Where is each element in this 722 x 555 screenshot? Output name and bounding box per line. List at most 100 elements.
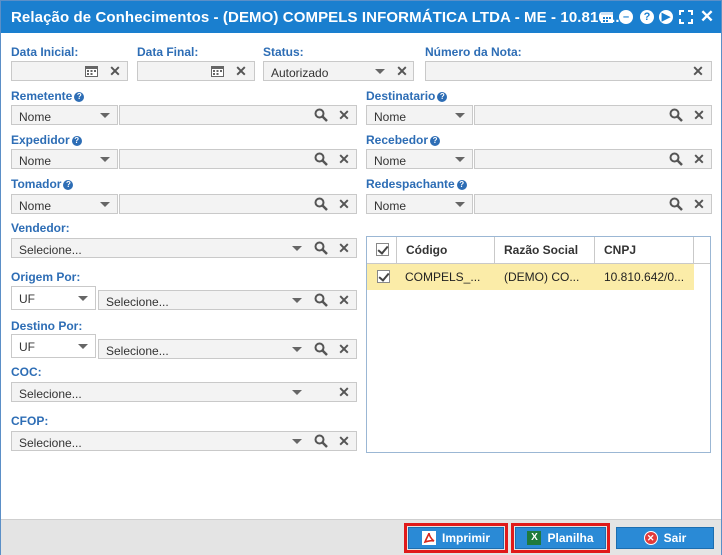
help-icon[interactable]: ? bbox=[71, 136, 82, 146]
destinatario-field[interactable]: ✕ bbox=[474, 105, 712, 125]
clear-icon[interactable]: ✕ bbox=[107, 63, 123, 79]
calendar-icon[interactable] bbox=[209, 63, 225, 79]
clear-icon[interactable]: ✕ bbox=[691, 196, 707, 212]
status-select[interactable]: Autorizado ✕ bbox=[263, 61, 414, 81]
remetente-type-select[interactable]: Nome bbox=[11, 105, 118, 125]
chevron-down-icon[interactable] bbox=[75, 338, 91, 354]
chevron-down-icon[interactable] bbox=[289, 433, 305, 449]
search-icon[interactable] bbox=[313, 151, 329, 167]
tomador-field[interactable]: ✕ bbox=[119, 194, 357, 214]
destino-type-select[interactable]: UF bbox=[11, 334, 96, 358]
minimize-icon[interactable]: – bbox=[618, 9, 634, 25]
origem-select[interactable]: Selecione... ✕ bbox=[98, 290, 357, 310]
recebedor-field[interactable]: ✕ bbox=[474, 149, 712, 169]
search-icon[interactable] bbox=[313, 292, 329, 308]
row-codigo: COMPELS_... bbox=[405, 270, 481, 284]
chevron-down-icon[interactable] bbox=[97, 107, 113, 123]
search-icon[interactable] bbox=[313, 240, 329, 256]
exit-icon: ✕ bbox=[643, 531, 658, 545]
search-icon[interactable] bbox=[313, 107, 329, 123]
imprimir-button[interactable]: Imprimir bbox=[408, 527, 504, 549]
redespachante-field[interactable]: ✕ bbox=[474, 194, 712, 214]
destino-label: Destino Por: bbox=[11, 319, 83, 333]
search-icon[interactable] bbox=[313, 196, 329, 212]
close-icon[interactable]: ✕ bbox=[699, 7, 715, 26]
destino-placeholder: Selecione... bbox=[106, 344, 169, 358]
chevron-down-icon[interactable] bbox=[452, 107, 468, 123]
col-cnpj[interactable]: CNPJ bbox=[595, 237, 694, 263]
calendar-icon[interactable] bbox=[599, 9, 615, 25]
fullscreen-icon[interactable] bbox=[678, 9, 694, 25]
destinatario-type-select[interactable]: Nome bbox=[366, 105, 473, 125]
clear-icon[interactable]: ✕ bbox=[336, 292, 352, 308]
calendar-icon[interactable] bbox=[83, 63, 99, 79]
col-razao-social[interactable]: Razão Social bbox=[495, 237, 595, 263]
row-cnpj: 10.810.642/0... bbox=[604, 270, 685, 284]
title-bar: Relação de Conhecimentos - (DEMO) COMPEL… bbox=[1, 1, 721, 33]
recebedor-type-value: Nome bbox=[374, 154, 407, 168]
tomador-type-value: Nome bbox=[19, 199, 52, 213]
coc-select[interactable]: Selecione... ✕ bbox=[11, 382, 357, 402]
pdf-icon bbox=[421, 531, 436, 545]
chevron-down-icon[interactable] bbox=[97, 151, 113, 167]
clear-icon[interactable]: ✕ bbox=[394, 63, 410, 79]
help-icon[interactable]: ? bbox=[63, 180, 74, 190]
help-icon[interactable]: ? bbox=[437, 92, 448, 102]
help-icon[interactable]: ? bbox=[639, 9, 655, 25]
chevron-down-icon[interactable] bbox=[452, 196, 468, 212]
data-final-field[interactable]: ✕ bbox=[137, 61, 255, 81]
tomador-type-select[interactable]: Nome bbox=[11, 194, 118, 214]
data-inicial-field[interactable]: ✕ bbox=[11, 61, 128, 81]
clear-icon[interactable]: ✕ bbox=[691, 151, 707, 167]
clear-icon[interactable]: ✕ bbox=[336, 107, 352, 123]
search-icon[interactable] bbox=[313, 433, 329, 449]
expedidor-field[interactable]: ✕ bbox=[119, 149, 357, 169]
chevron-down-icon[interactable] bbox=[452, 151, 468, 167]
chevron-down-icon[interactable] bbox=[289, 292, 305, 308]
recebedor-type-select[interactable]: Nome bbox=[366, 149, 473, 169]
table-row[interactable]: COMPELS_... (DEMO) CO... 10.810.642/0... bbox=[367, 264, 694, 290]
origem-label: Origem Por: bbox=[11, 270, 81, 284]
expedidor-type-select[interactable]: Nome bbox=[11, 149, 118, 169]
destinatario-type-value: Nome bbox=[374, 110, 407, 124]
remetente-field[interactable]: ✕ bbox=[119, 105, 357, 125]
clear-icon[interactable]: ✕ bbox=[336, 384, 352, 400]
redespachante-type-select[interactable]: Nome bbox=[366, 194, 473, 214]
clear-icon[interactable]: ✕ bbox=[336, 433, 352, 449]
remetente-label: Remetente? bbox=[11, 89, 85, 103]
search-icon[interactable] bbox=[313, 341, 329, 357]
col-codigo[interactable]: Código bbox=[397, 237, 495, 263]
vendedor-select[interactable]: Selecione... ✕ bbox=[11, 238, 357, 258]
clear-icon[interactable]: ✕ bbox=[336, 196, 352, 212]
help-icon[interactable]: ? bbox=[456, 180, 467, 190]
row-checkbox[interactable] bbox=[377, 270, 390, 283]
chevron-down-icon[interactable] bbox=[289, 384, 305, 400]
cfop-select[interactable]: Selecione... ✕ bbox=[11, 431, 357, 451]
sair-button[interactable]: ✕ Sair bbox=[616, 527, 714, 549]
sair-label: Sair bbox=[663, 531, 687, 545]
help-icon[interactable]: ? bbox=[74, 92, 85, 102]
search-icon[interactable] bbox=[668, 107, 684, 123]
search-icon[interactable] bbox=[668, 151, 684, 167]
planilha-button[interactable]: X Planilha bbox=[515, 527, 606, 549]
search-icon[interactable] bbox=[668, 196, 684, 212]
clear-icon[interactable]: ✕ bbox=[336, 151, 352, 167]
clear-icon[interactable]: ✕ bbox=[233, 63, 249, 79]
cfop-placeholder: Selecione... bbox=[19, 436, 82, 450]
chevron-down-icon[interactable] bbox=[97, 196, 113, 212]
chevron-down-icon[interactable] bbox=[289, 341, 305, 357]
clear-icon[interactable]: ✕ bbox=[690, 63, 706, 79]
chevron-down-icon[interactable] bbox=[372, 63, 388, 79]
chevron-down-icon[interactable] bbox=[289, 240, 305, 256]
clear-icon[interactable]: ✕ bbox=[336, 240, 352, 256]
clear-icon[interactable]: ✕ bbox=[691, 107, 707, 123]
numero-nota-field[interactable]: ✕ bbox=[425, 61, 712, 81]
clear-icon[interactable]: ✕ bbox=[336, 341, 352, 357]
chevron-down-icon[interactable] bbox=[75, 290, 91, 306]
destino-select[interactable]: Selecione... ✕ bbox=[98, 339, 357, 359]
tomador-label: Tomador? bbox=[11, 177, 74, 191]
origem-type-select[interactable]: UF bbox=[11, 286, 96, 310]
play-icon[interactable]: ▶ bbox=[658, 9, 674, 25]
help-icon[interactable]: ? bbox=[430, 136, 441, 146]
select-all-checkbox[interactable] bbox=[367, 237, 397, 263]
